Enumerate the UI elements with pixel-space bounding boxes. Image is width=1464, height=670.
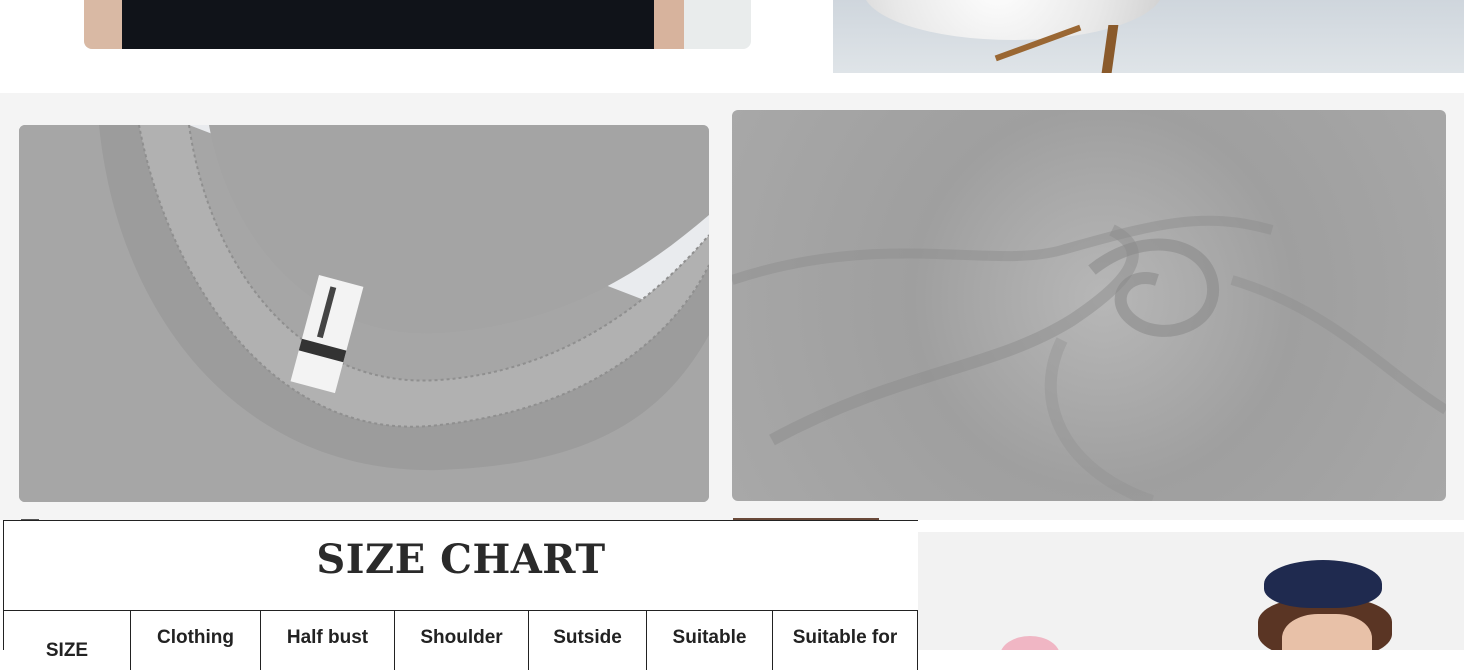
pink-hat [1000, 636, 1060, 650]
navy-cap [1264, 560, 1382, 608]
header-shoulder: Shoulder [395, 610, 529, 670]
cotton-boll [863, 0, 1163, 40]
collar-detail-photo [19, 125, 709, 502]
header-suitable: Suitable [647, 610, 773, 670]
cotton-stem [1101, 25, 1119, 73]
header-suitable-for: Suitable for [773, 610, 918, 670]
header-half-bust: Half bust [261, 610, 395, 670]
model-arm-right [654, 0, 684, 49]
fabric-swirl-photo [732, 110, 1446, 501]
black-tshirt [122, 0, 654, 49]
model-arm-left [84, 0, 122, 49]
fabric-swirl-illustration [732, 215, 1446, 501]
model-photo-bottom [918, 532, 1464, 650]
model-face [1282, 614, 1372, 650]
header-sutside: Sutside [529, 610, 647, 670]
header-size: SIZE [4, 610, 131, 670]
cotton-photo [833, 0, 1464, 73]
size-chart: SIZE CHART SIZE Clothing Half bust Shoul… [3, 520, 918, 670]
collar-illustration [19, 125, 709, 502]
model-photo-top [84, 0, 751, 49]
header-clothing: Clothing [131, 610, 261, 670]
size-chart-title: SIZE CHART [4, 521, 918, 611]
size-chart-header-row: SIZE Clothing Half bust Shoulder Sutside… [4, 610, 918, 670]
